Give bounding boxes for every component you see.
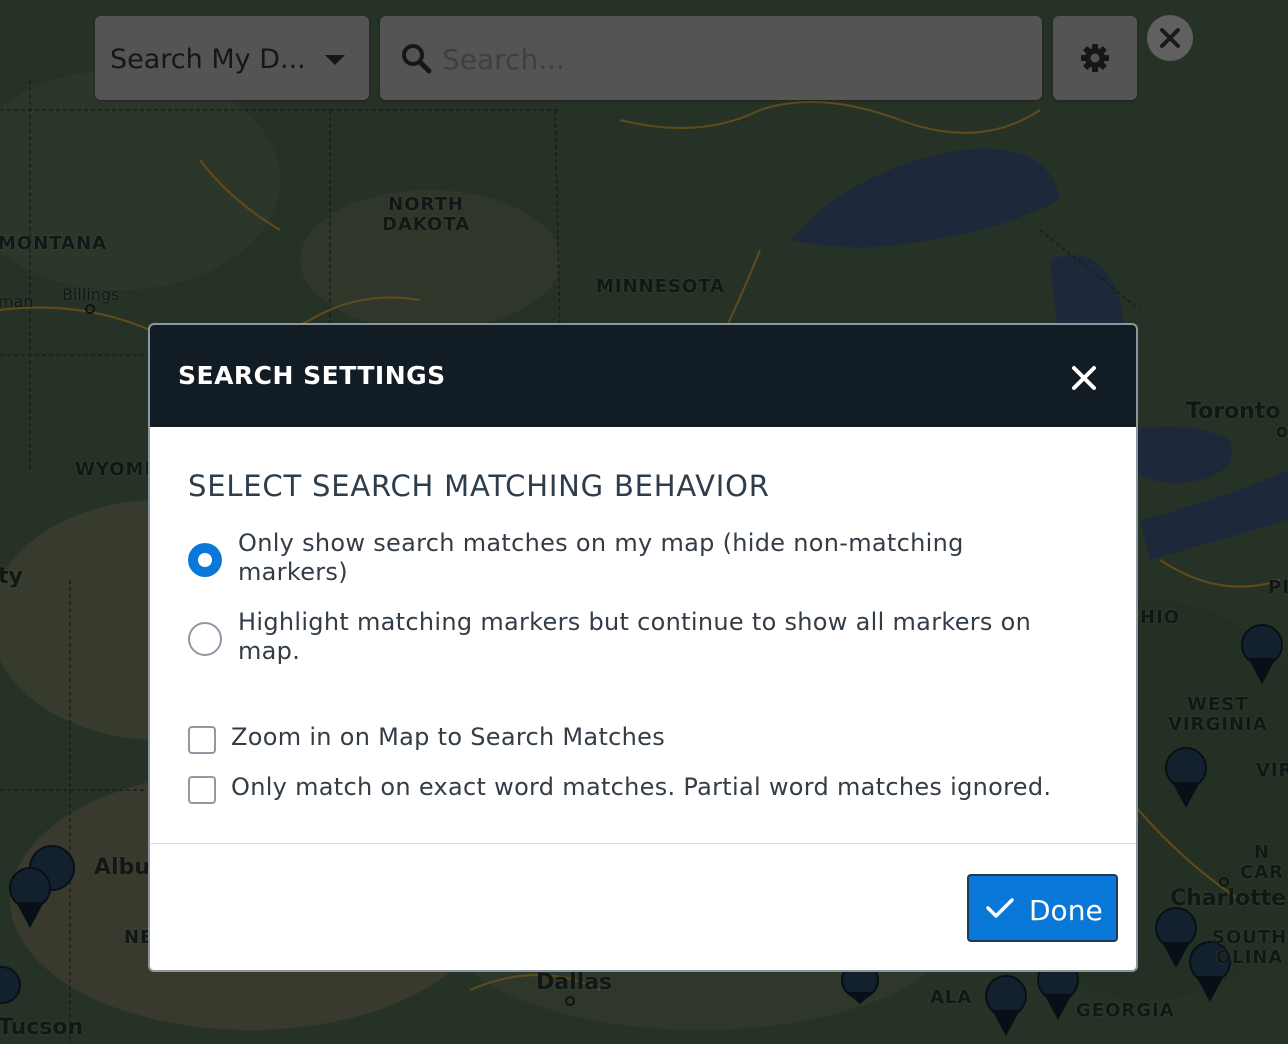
chevron-down-icon	[325, 55, 345, 65]
dataset-dropdown[interactable]: Search My D...	[95, 16, 369, 100]
done-label: Done	[1029, 894, 1103, 927]
search-settings-modal: SEARCH SETTINGS SELECT SEARCH MATCHING B…	[148, 323, 1138, 972]
modal-divider	[150, 843, 1136, 844]
option-label: Only show search matches on my map (hide…	[238, 529, 964, 586]
search-input[interactable]: Search...	[380, 16, 1042, 100]
radio-highlight-matching[interactable]	[188, 622, 222, 656]
checkbox-label: Only match on exact word matches. Partia…	[231, 773, 1052, 801]
radio-hide-non-matching[interactable]	[188, 543, 222, 577]
settings-button[interactable]	[1053, 16, 1137, 100]
modal-title: SEARCH SETTINGS	[178, 361, 446, 390]
checkbox-label: Zoom in on Map to Search Matches	[231, 723, 666, 751]
close-search-button[interactable]	[1147, 15, 1193, 61]
modal-close-button[interactable]	[1071, 365, 1097, 391]
option-label: Highlight matching markers but continue …	[238, 608, 1032, 665]
done-button[interactable]: Done	[967, 874, 1118, 942]
modal-header: SEARCH SETTINGS	[150, 325, 1136, 427]
checkmark-icon	[986, 898, 1014, 918]
section-heading: SELECT SEARCH MATCHING BEHAVIOR	[188, 469, 770, 503]
checkbox-exact-word-match[interactable]	[188, 776, 216, 804]
close-icon	[1072, 366, 1096, 390]
close-icon	[1160, 28, 1180, 48]
checkbox-zoom-to-matches[interactable]	[188, 726, 216, 754]
search-placeholder: Search...	[442, 43, 565, 76]
dataset-dropdown-label: Search My D...	[110, 44, 306, 75]
